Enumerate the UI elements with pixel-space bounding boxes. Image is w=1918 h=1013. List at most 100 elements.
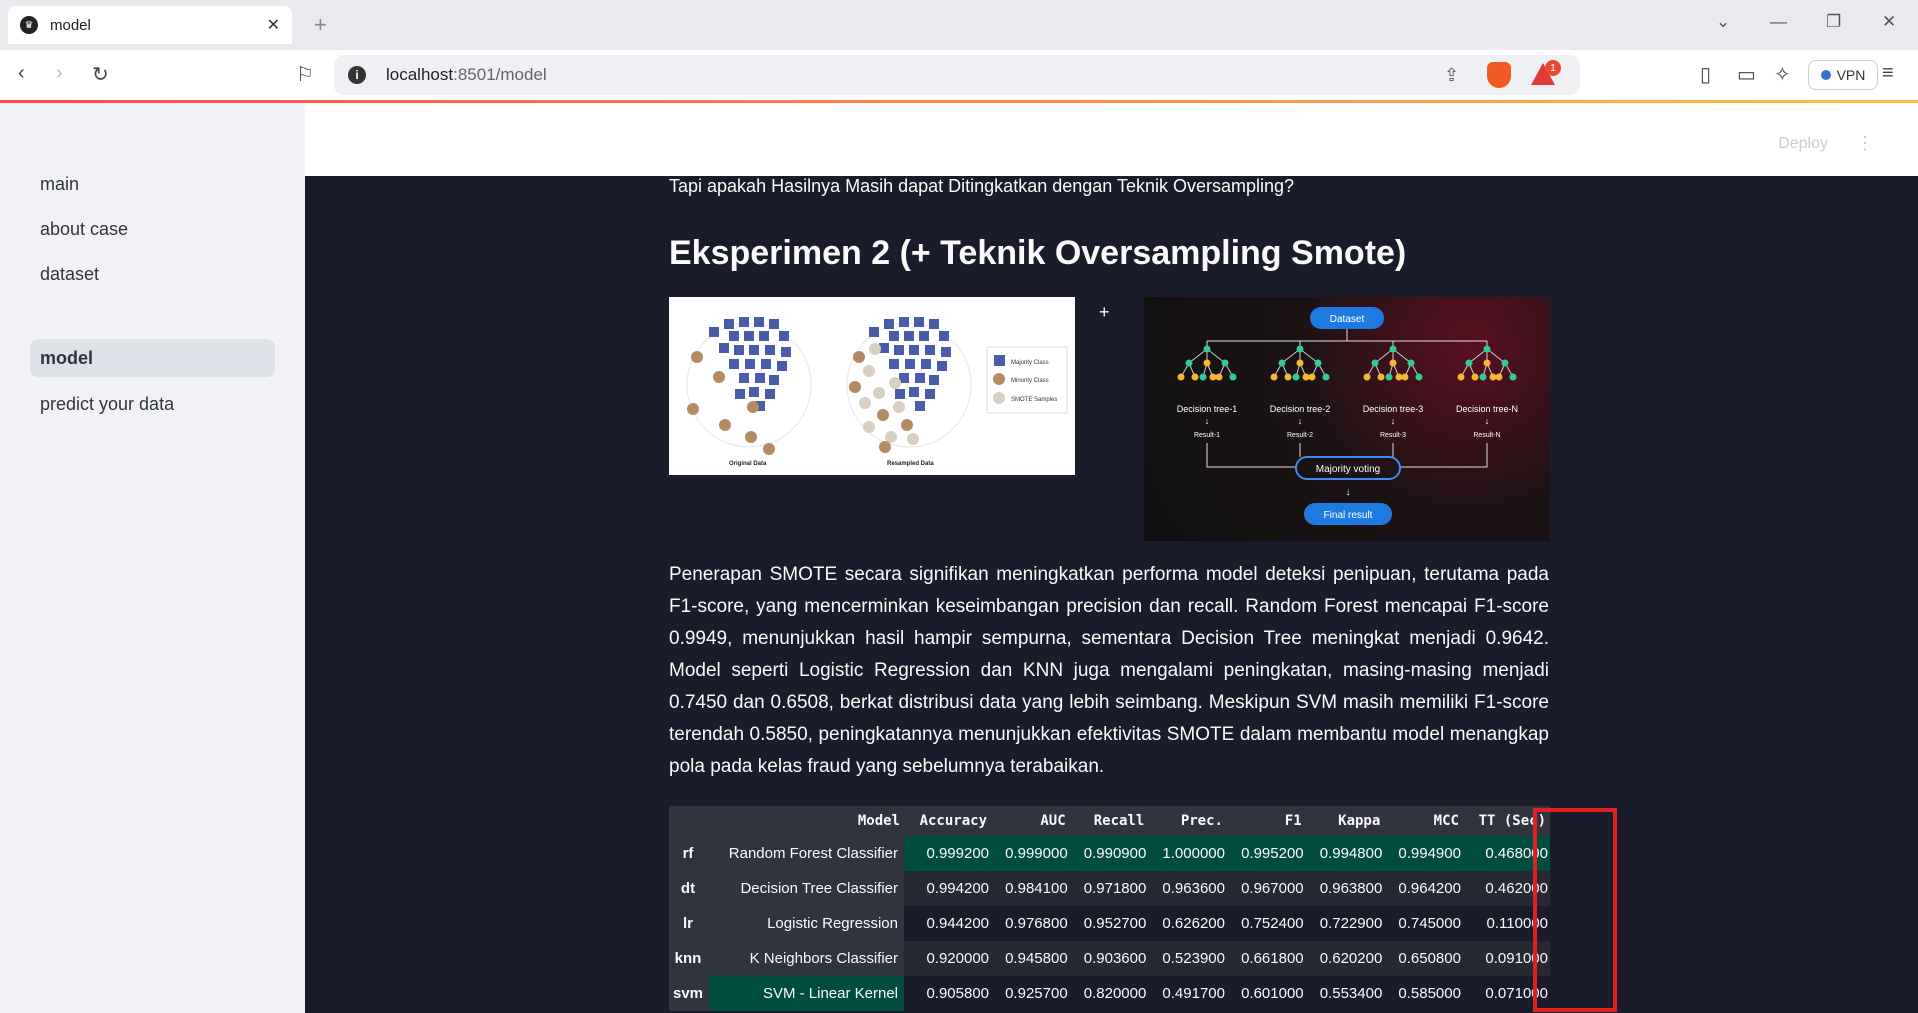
- metric-cell: 0.963800: [1305, 871, 1385, 906]
- row-index: rf: [669, 836, 709, 871]
- metric-cell: 0.994900: [1384, 836, 1463, 871]
- share-icon[interactable]: ⇪: [1444, 65, 1459, 86]
- random-forest-svg: Dataset Decision tree-1 Decision tree-2 …: [1177, 307, 1518, 525]
- col-header-mcc[interactable]: MCC: [1384, 806, 1463, 836]
- sidebar-toggle-icon[interactable]: ▯: [1700, 62, 1711, 87]
- sidebar-item-label: main: [40, 173, 80, 194]
- section-heading: Eksperimen 2 (+ Teknik Oversampling Smot…: [669, 234, 1407, 272]
- metric-cell: 0.990900: [1069, 836, 1149, 871]
- metric-cell: 0.661800: [1226, 941, 1306, 976]
- svg-text:↓: ↓: [1298, 416, 1303, 426]
- tab-search-chevron-icon[interactable]: ⌄: [1716, 12, 1730, 32]
- forward-icon[interactable]: ›: [56, 62, 63, 85]
- metric-cell: 0.752400: [1226, 906, 1306, 941]
- rf-result-3: Result-3: [1380, 432, 1406, 439]
- sidebar-item-label: predict your data: [40, 393, 175, 414]
- table-header-row: Model Accuracy AUC Recall Prec. F1 Kappa…: [669, 806, 1550, 836]
- rf-result-n: Result-N: [1473, 432, 1500, 439]
- metric-cell: 0.745000: [1384, 906, 1463, 941]
- sidebar-item-label: model: [40, 347, 94, 368]
- col-header-accuracy[interactable]: Accuracy: [904, 806, 992, 836]
- metric-cell: 0.626200: [1148, 906, 1227, 941]
- explanation-paragraph: Penerapan SMOTE secara signifikan mening…: [669, 564, 1549, 777]
- metric-cell: 0.601000: [1226, 976, 1306, 1011]
- col-header-tt[interactable]: TT (Sec): [1462, 806, 1550, 836]
- metric-cell: 0.994800: [1305, 836, 1385, 871]
- new-tab-icon[interactable]: +: [314, 12, 327, 38]
- deploy-button[interactable]: Deploy: [1778, 135, 1828, 153]
- browser-tab[interactable]: ♛ model ✕: [8, 6, 292, 44]
- wallet-icon[interactable]: ▭: [1737, 62, 1756, 87]
- metric-cell: 0.650800: [1384, 941, 1463, 976]
- metric-cell: 0.905800: [904, 976, 992, 1011]
- col-header-auc[interactable]: AUC: [991, 806, 1070, 836]
- model-name-cell: Decision Tree Classifier: [709, 871, 904, 906]
- col-header-model[interactable]: Model: [709, 806, 904, 836]
- metric-cell: 0.999200: [904, 836, 992, 871]
- streamlit-favicon-icon: ♛: [20, 16, 38, 34]
- sidebar-item-predict[interactable]: predict your data: [30, 385, 275, 423]
- col-header-index[interactable]: [669, 806, 709, 836]
- results-table: Model Accuracy AUC Recall Prec. F1 Kappa…: [669, 806, 1550, 1011]
- sidebar-item-label: dataset: [40, 263, 100, 284]
- table-row: knn K Neighbors Classifier 0.920000 0.94580…: [669, 941, 1550, 976]
- sidebar-item-dataset[interactable]: dataset: [30, 255, 275, 293]
- sidebar-item-model[interactable]: model: [30, 339, 275, 377]
- metric-cell: 0.110000: [1462, 906, 1550, 941]
- col-header-f1[interactable]: F1: [1226, 806, 1306, 836]
- rf-tree-3: Decision tree-3: [1363, 404, 1424, 414]
- restore-icon[interactable]: ❐: [1826, 12, 1841, 32]
- col-header-prec[interactable]: Prec.: [1148, 806, 1227, 836]
- leo-ai-icon[interactable]: ✧: [1774, 62, 1791, 87]
- browser-tab-strip: ♛ model ✕ + ⌄ — ❐ ✕: [0, 0, 1918, 50]
- rf-result-2: Result-2: [1287, 432, 1313, 439]
- vpn-status-icon: [1820, 70, 1831, 80]
- metric-cell: 0.925700: [991, 976, 1070, 1011]
- metric-cell: 0.468000: [1462, 836, 1550, 871]
- close-window-icon[interactable]: ✕: [1882, 12, 1896, 32]
- menu-icon[interactable]: ≡: [1882, 62, 1894, 85]
- rf-final-label: Final result: [1324, 510, 1373, 521]
- main-menu-icon[interactable]: ⋮: [1856, 133, 1874, 154]
- metric-cell: 0.920000: [904, 941, 992, 976]
- metric-cell: 0.964200: [1384, 871, 1463, 906]
- url-text: localhost:8501/model: [386, 65, 547, 84]
- model-name-cell: K Neighbors Classifier: [709, 941, 904, 976]
- close-tab-icon[interactable]: ✕: [267, 15, 280, 35]
- svg-text:↓: ↓: [1205, 416, 1210, 426]
- model-name-cell: Logistic Regression: [709, 906, 904, 941]
- bookmark-icon[interactable]: ⚐: [296, 62, 314, 87]
- main-content: Tapi apakah Hasilnya Masih dapat Ditingk…: [305, 176, 1918, 1013]
- metric-cell: 0.620200: [1305, 941, 1385, 976]
- minimize-icon[interactable]: —: [1770, 12, 1787, 32]
- vpn-button[interactable]: VPN: [1808, 60, 1878, 90]
- rf-tree-2: Decision tree-2: [1270, 404, 1331, 414]
- random-forest-illustration: Dataset Decision tree-1 Decision tree-2 …: [1144, 297, 1550, 541]
- row-index: lr: [669, 906, 709, 941]
- address-bar[interactable]: i localhost:8501/model ⇪: [334, 55, 1580, 95]
- metric-cell: 0.585000: [1384, 976, 1463, 1011]
- metric-cell: 0.523900: [1148, 941, 1227, 976]
- table-row: svm SVM - Linear Kernel 0.905800 0.925700 0.…: [669, 976, 1550, 1011]
- site-info-icon[interactable]: i: [348, 66, 366, 84]
- metric-cell: 0.462000: [1462, 871, 1550, 906]
- metric-cell: 0.952700: [1069, 906, 1149, 941]
- tab-title: model: [50, 16, 91, 34]
- plus-sign: +: [1099, 302, 1110, 322]
- smote-illustration-svg: Majority Class Minority Class SMOTE Samp…: [686, 317, 1068, 467]
- brave-shields-icon[interactable]: [1487, 62, 1511, 88]
- metric-cell: 0.944200: [904, 906, 992, 941]
- col-header-kappa[interactable]: Kappa: [1305, 806, 1385, 836]
- metric-cell: 1.000000: [1148, 836, 1227, 871]
- model-name-cell: Random Forest Classifier: [709, 836, 904, 871]
- metric-cell: 0.984100: [991, 871, 1070, 906]
- rf-tree-n: Decision tree-N: [1456, 404, 1518, 414]
- sidebar-item-main[interactable]: main: [30, 165, 275, 203]
- col-header-recall[interactable]: Recall: [1069, 806, 1149, 836]
- sidebar-item-about-case[interactable]: about case: [30, 210, 275, 248]
- reload-icon[interactable]: ↻: [92, 62, 109, 87]
- caption-resampled: Resampled Data: [887, 461, 934, 467]
- metric-cell: 0.976800: [991, 906, 1070, 941]
- back-icon[interactable]: ‹: [18, 62, 25, 85]
- rf-result-1: Result-1: [1194, 432, 1220, 439]
